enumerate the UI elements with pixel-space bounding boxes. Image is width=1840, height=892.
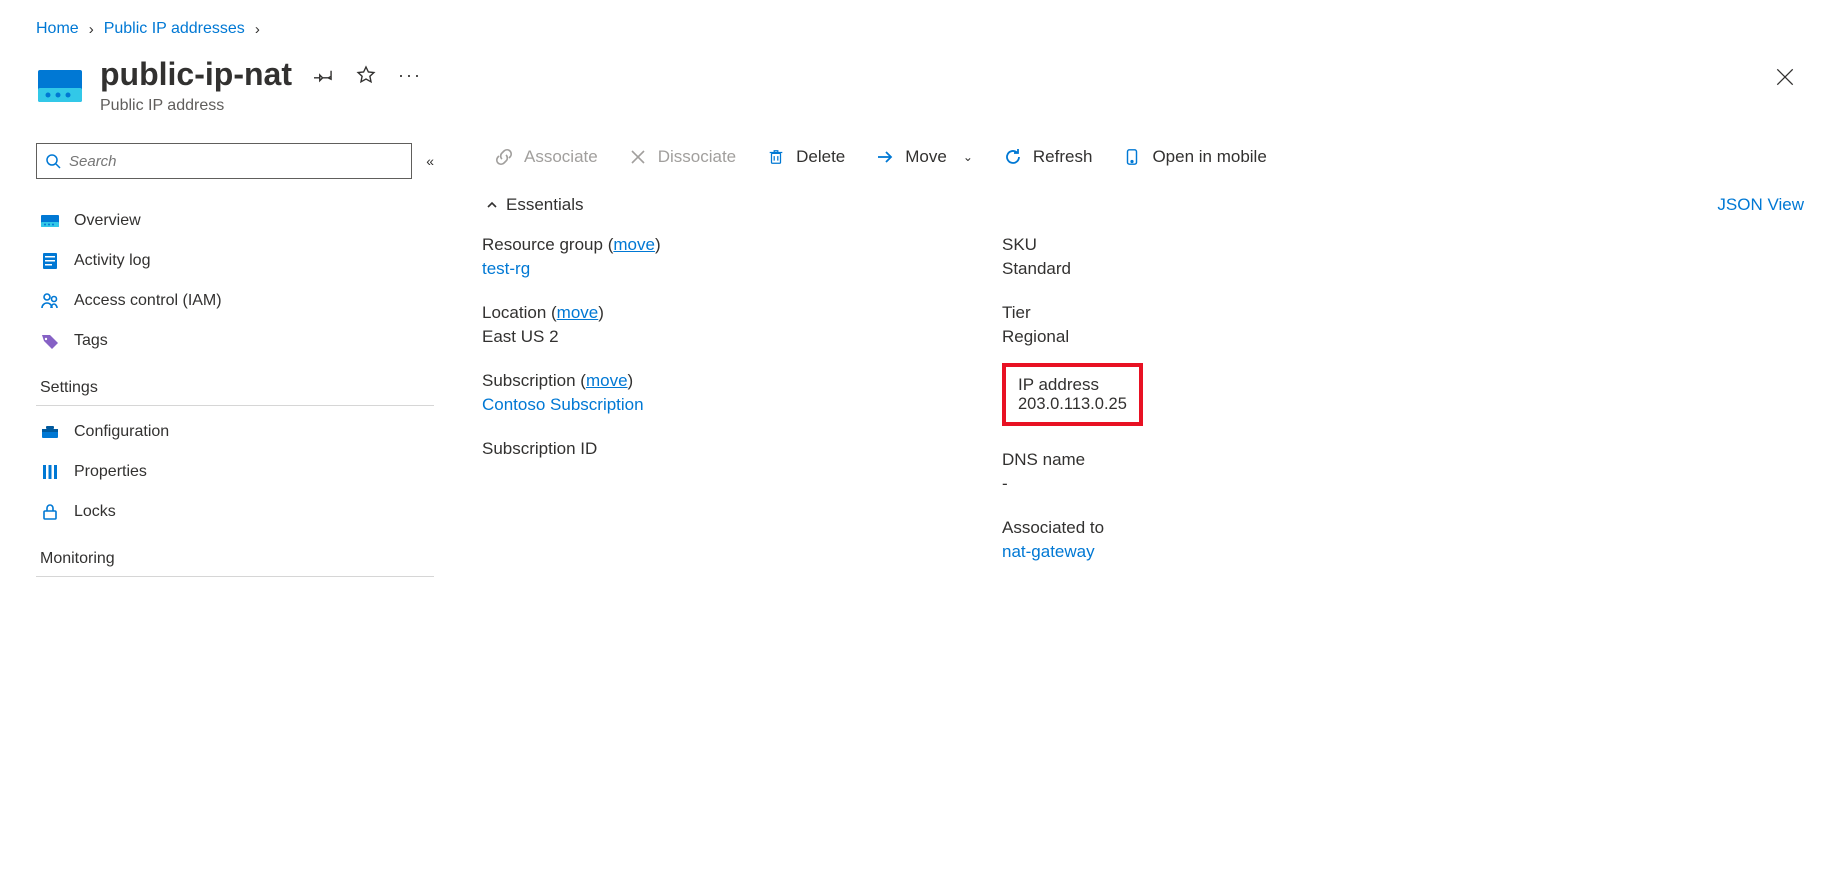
json-view-link[interactable]: JSON View — [1717, 195, 1804, 215]
pin-icon[interactable] — [314, 65, 334, 85]
sidebar-item-label: Tags — [74, 332, 108, 350]
associated-to-label: Associated to — [1002, 518, 1462, 538]
associate-button: Associate — [494, 147, 598, 167]
search-input[interactable] — [69, 153, 403, 170]
refresh-button[interactable]: Refresh — [1003, 147, 1093, 167]
tags-icon — [40, 331, 60, 351]
dissociate-icon — [628, 147, 648, 167]
move-button[interactable]: Move ⌄ — [875, 147, 973, 167]
sidebar-section-monitoring: Monitoring — [36, 532, 434, 577]
dissociate-button: Dissociate — [628, 147, 736, 167]
sidebar-item-locks[interactable]: Locks — [36, 492, 434, 532]
move-resource-group-link[interactable]: move — [613, 235, 655, 254]
delete-button[interactable]: Delete — [766, 147, 845, 167]
locks-icon — [40, 502, 60, 522]
location-value: East US 2 — [482, 327, 942, 347]
associated-to-value[interactable]: nat-gateway — [1002, 542, 1462, 562]
public-ip-resource-icon — [36, 62, 84, 110]
sidebar-item-tags[interactable]: Tags — [36, 321, 434, 361]
mobile-icon — [1122, 147, 1142, 167]
dns-name-value: - — [1002, 474, 1462, 494]
chevron-right-icon: › — [255, 21, 260, 38]
breadcrumb-public-ip-addresses[interactable]: Public IP addresses — [104, 20, 245, 38]
ip-address-highlight: IP address 203.0.113.0.25 — [1002, 363, 1143, 426]
toolbar: Associate Dissociate Delete Move ⌄ — [482, 147, 1804, 167]
page-title: public-ip-nat — [100, 56, 292, 93]
sidebar-item-configuration[interactable]: Configuration — [36, 412, 434, 452]
subscription-id-label: Subscription ID — [482, 439, 942, 459]
page-subtitle: Public IP address — [100, 97, 418, 115]
sidebar-item-overview[interactable]: Overview — [36, 201, 434, 241]
star-icon[interactable] — [356, 65, 376, 85]
more-icon[interactable]: ··· — [398, 65, 418, 85]
move-location-link[interactable]: move — [557, 303, 599, 322]
search-icon — [45, 153, 61, 169]
resource-group-label: Resource group (move) — [482, 235, 942, 255]
breadcrumb: Home › Public IP addresses › — [36, 20, 1804, 38]
sidebar: « Overview Activity log Access control (… — [36, 143, 434, 583]
chevron-up-icon — [486, 199, 498, 211]
collapse-sidebar-icon[interactable]: « — [426, 153, 434, 169]
move-subscription-link[interactable]: move — [586, 371, 628, 390]
chevron-down-icon: ⌄ — [963, 150, 973, 164]
refresh-icon — [1003, 147, 1023, 167]
activity-log-icon — [40, 251, 60, 271]
essentials-toggle[interactable]: Essentials — [482, 195, 583, 215]
sidebar-item-label: Locks — [74, 503, 116, 521]
chevron-right-icon: › — [89, 21, 94, 38]
location-label: Location (move) — [482, 303, 942, 323]
sidebar-item-label: Configuration — [74, 423, 169, 441]
close-button[interactable] — [1774, 56, 1804, 94]
sidebar-item-access-control[interactable]: Access control (IAM) — [36, 281, 434, 321]
sidebar-item-label: Overview — [74, 212, 141, 230]
search-input-wrapper[interactable] — [36, 143, 412, 179]
sidebar-item-label: Properties — [74, 463, 147, 481]
sidebar-item-label: Access control (IAM) — [74, 292, 222, 310]
page-header: public-ip-nat ··· Public IP address — [36, 56, 1804, 115]
sidebar-section-settings: Settings — [36, 361, 434, 406]
ip-address-value: 203.0.113.0.25 — [1018, 395, 1127, 414]
delete-icon — [766, 147, 786, 167]
associate-icon — [494, 147, 514, 167]
open-in-mobile-button[interactable]: Open in mobile — [1122, 147, 1266, 167]
resource-group-value[interactable]: test-rg — [482, 259, 942, 279]
essentials-grid: Resource group (move) test-rg Location (… — [482, 235, 1804, 562]
sidebar-item-activity-log[interactable]: Activity log — [36, 241, 434, 281]
subscription-value[interactable]: Contoso Subscription — [482, 395, 942, 415]
sku-value: Standard — [1002, 259, 1462, 279]
breadcrumb-home[interactable]: Home — [36, 20, 79, 38]
tier-label: Tier — [1002, 303, 1462, 323]
ip-address-label: IP address — [1018, 375, 1127, 395]
tier-value: Regional — [1002, 327, 1462, 347]
overview-icon — [40, 211, 60, 231]
properties-icon — [40, 462, 60, 482]
sidebar-item-properties[interactable]: Properties — [36, 452, 434, 492]
configuration-icon — [40, 422, 60, 442]
dns-name-label: DNS name — [1002, 450, 1462, 470]
sidebar-item-label: Activity log — [74, 252, 150, 270]
access-control-icon — [40, 291, 60, 311]
main-content: Associate Dissociate Delete Move ⌄ — [482, 143, 1804, 583]
sku-label: SKU — [1002, 235, 1462, 255]
subscription-label: Subscription (move) — [482, 371, 942, 391]
move-icon — [875, 147, 895, 167]
